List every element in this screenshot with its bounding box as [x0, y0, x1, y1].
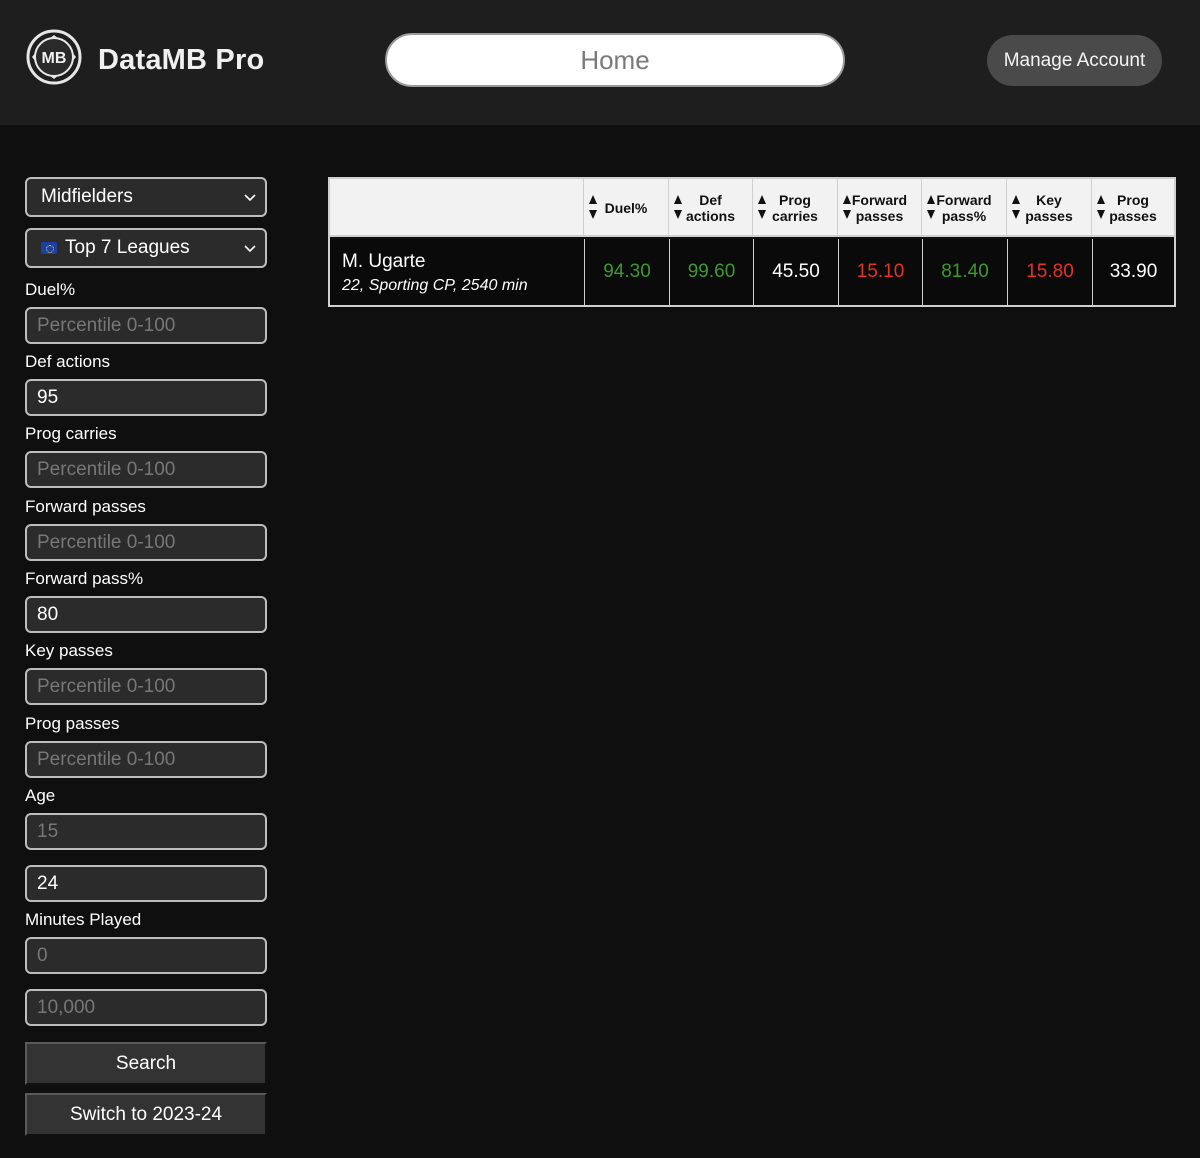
sort-arrows-icon[interactable] [757, 195, 766, 219]
cell-forward-pass-pct: 81.40 [922, 239, 1007, 305]
def-actions-label: Def actions [25, 352, 111, 371]
player-cell: M. Ugarte 22, Sporting CP, 2540 min [330, 239, 584, 305]
eu-flag-icon [41, 242, 57, 254]
chevron-down-icon [244, 245, 256, 253]
player-column-header [330, 179, 584, 237]
brand-title: DataMB Pro [98, 44, 265, 76]
svg-text:MB: MB [42, 50, 67, 67]
cell-key-passes: 15.80 [1007, 239, 1092, 305]
top-header: MB DataMB Pro Home Manage Account [0, 0, 1200, 125]
league-select-value: Top 7 Leagues [65, 237, 190, 258]
forward-pass-pct-label: Forward pass% [25, 569, 144, 588]
league-select[interactable]: Top 7 Leagues [25, 228, 267, 268]
forward-passes-label: Forward passes [25, 497, 146, 516]
cell-prog-carries: 45.50 [753, 239, 838, 305]
duel-pct-input[interactable] [25, 307, 267, 344]
col-header-key-passes[interactable]: Key passes [1007, 179, 1092, 237]
player-name: M. Ugarte [342, 251, 426, 272]
forward-pass-pct-input[interactable] [25, 596, 267, 633]
col-header-forward-pass-pct[interactable]: Forward pass% [922, 179, 1007, 237]
position-select-value: Midfielders [41, 186, 133, 207]
home-button[interactable]: Home [385, 33, 845, 87]
age-max-input[interactable] [25, 865, 267, 902]
col-header-prog-carries[interactable]: Prog carries [753, 179, 838, 237]
position-select[interactable]: Midfielders [25, 177, 267, 217]
sort-arrows-icon[interactable] [926, 195, 935, 219]
prog-passes-label: Prog passes [25, 714, 120, 733]
search-button[interactable]: Search [25, 1042, 267, 1085]
key-passes-input[interactable] [25, 668, 267, 705]
switch-season-button[interactable]: Switch to 2023-24 [25, 1093, 267, 1136]
minutes-min-input[interactable] [25, 937, 267, 974]
results-table: Duel% Def actions Prog carries Forward pass… [328, 177, 1176, 307]
minutes-played-label: Minutes Played [25, 910, 142, 929]
manage-account-button[interactable]: Manage Account [987, 35, 1162, 86]
prog-carries-label: Prog carries [25, 424, 117, 443]
col-header-def-actions[interactable]: Def actions [669, 179, 753, 237]
table-header: Duel% Def actions Prog carries Forward pass… [330, 179, 1174, 237]
key-passes-label: Key passes [25, 641, 113, 660]
sort-arrows-icon[interactable] [842, 195, 851, 219]
col-header-duel-pct[interactable]: Duel% [584, 179, 669, 237]
sort-arrows-icon[interactable] [673, 195, 682, 219]
minutes-max-input[interactable] [25, 989, 267, 1026]
player-info: 22, Sporting CP, 2540 min [342, 277, 528, 294]
cell-prog-passes: 33.90 [1092, 239, 1174, 305]
col-header-forward-passes[interactable]: Forward passes [838, 179, 922, 237]
forward-passes-input[interactable] [25, 524, 267, 561]
datamb-logo-icon: MB [26, 29, 82, 85]
def-actions-input[interactable] [25, 379, 267, 416]
age-min-input[interactable] [25, 813, 267, 850]
col-header-prog-passes[interactable]: Prog passes [1092, 179, 1174, 237]
prog-carries-input[interactable] [25, 451, 267, 488]
table-row[interactable]: M. Ugarte 22, Sporting CP, 2540 min 94.3… [330, 239, 1174, 305]
sort-arrows-icon[interactable] [588, 195, 597, 219]
cell-duel-pct: 94.30 [584, 239, 669, 305]
age-label: Age [25, 786, 56, 805]
sort-arrows-icon[interactable] [1011, 195, 1020, 219]
duel-pct-label: Duel% [25, 280, 76, 299]
prog-passes-input[interactable] [25, 741, 267, 778]
cell-def-actions: 99.60 [669, 239, 753, 305]
cell-forward-passes: 15.10 [838, 239, 922, 305]
sort-arrows-icon[interactable] [1096, 195, 1105, 219]
chevron-down-icon [244, 194, 256, 202]
